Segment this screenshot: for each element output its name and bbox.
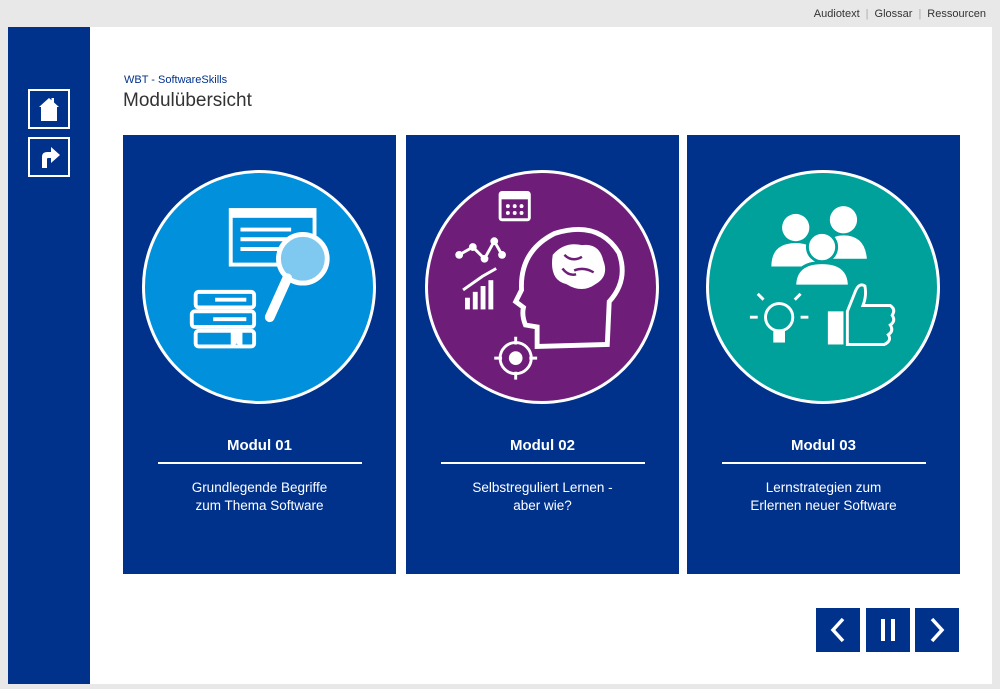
module-card-02[interactable]: Modul 02 Selbstreguliert Lernen - aber w… — [406, 135, 679, 574]
module-description: Lernstrategien zum Erlernen neuer Softwa… — [707, 479, 940, 515]
separator: | — [918, 8, 922, 20]
ressourcen-link[interactable]: Ressourcen — [927, 8, 986, 20]
course-subtitle: WBT - SoftwareSkills — [124, 74, 228, 86]
page-title: Modulübersicht — [123, 90, 252, 111]
module-card-03[interactable]: Modul 03 Lernstrategien zum Erlernen neu… — [687, 135, 960, 574]
module-illustration — [425, 170, 659, 404]
next-button[interactable] — [915, 608, 959, 652]
module-heading: Modul 02 — [509, 437, 575, 454]
glossar-link[interactable]: Glossar — [875, 8, 913, 20]
top-links: Audiotext | Glossar | Ressourcen — [814, 8, 986, 20]
home-icon — [39, 98, 59, 121]
pause-button[interactable] — [866, 608, 910, 652]
module-heading: Modul 03 — [790, 437, 856, 454]
divider — [441, 462, 645, 464]
description-line: Lernstrategien zum — [765, 480, 882, 495]
return-arrow-icon — [42, 147, 60, 168]
divider — [158, 462, 362, 464]
main-frame: WBT - SoftwareSkills Modulübersicht Modu… — [8, 27, 992, 684]
module-card-01[interactable]: Modul 01 Grundlegende Begriffe zum Thema… — [123, 135, 396, 574]
divider — [722, 462, 926, 464]
chevron-left-icon — [830, 617, 845, 643]
previous-button[interactable] — [816, 608, 860, 652]
module-illustration — [142, 170, 376, 404]
module-description: Grundlegende Begriffe zum Thema Software — [143, 479, 376, 515]
head-brain-icon — [455, 191, 625, 380]
people-lightbulb-thumbsup-icon — [749, 206, 896, 346]
back-button[interactable] — [28, 137, 70, 177]
chevron-right-icon — [930, 617, 945, 643]
audiotext-link[interactable]: Audiotext — [814, 8, 860, 20]
module-description: Selbstreguliert Lernen - aber wie? — [426, 479, 659, 515]
module-heading: Modul 01 — [226, 437, 292, 454]
description-line: Erlernen neuer Software — [750, 498, 897, 513]
description-line: aber wie? — [513, 498, 572, 513]
description-line: Grundlegende Begriffe — [191, 480, 328, 495]
description-line: Selbstreguliert Lernen - — [472, 480, 613, 495]
home-button[interactable] — [28, 89, 70, 129]
module-illustration — [706, 170, 940, 404]
documents-magnifier-icon — [189, 208, 330, 349]
description-line: zum Thema Software — [195, 498, 324, 513]
top-bar: Audiotext | Glossar | Ressourcen — [0, 0, 1000, 27]
sidebar — [8, 27, 90, 684]
separator: | — [865, 8, 869, 20]
pause-icon — [881, 619, 895, 641]
